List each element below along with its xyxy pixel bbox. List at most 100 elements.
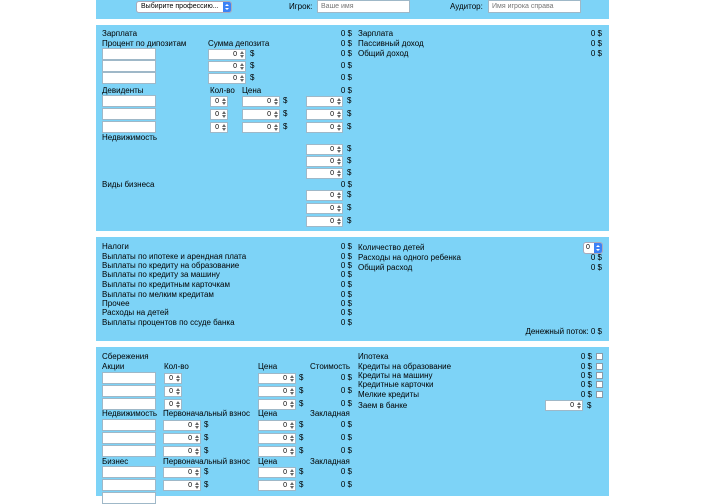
spinner-icon[interactable]: [290, 482, 294, 489]
profession-select[interactable]: Выбирите профессию...: [136, 1, 232, 13]
business-name-input[interactable]: [102, 479, 156, 491]
business-income-input[interactable]: 0: [306, 216, 343, 227]
auditor-name-input[interactable]: [488, 0, 581, 13]
mortgage-label: Закладная: [310, 409, 350, 418]
business-name-input[interactable]: [102, 492, 156, 504]
top-panel: Выбирите профессию... Игрок: Аудитор:: [96, 0, 609, 19]
spinner-icon[interactable]: [337, 146, 341, 153]
dividend-amount-input[interactable]: 0: [306, 96, 343, 107]
dividend-amount-input[interactable]: 0: [306, 122, 343, 133]
business-income-input[interactable]: 0: [306, 190, 343, 201]
dividend-name-input[interactable]: [102, 108, 156, 120]
spinner-icon[interactable]: [274, 111, 278, 118]
spinner-icon[interactable]: [222, 98, 226, 105]
deposit-percent-input[interactable]: [102, 72, 156, 84]
liability-checkbox[interactable]: [596, 353, 603, 360]
spinner-icon[interactable]: [290, 401, 294, 408]
dividend-amount-input[interactable]: 0: [306, 109, 343, 120]
spinner-icon[interactable]: [195, 448, 199, 455]
real-estate-income-input[interactable]: 0: [306, 144, 343, 155]
cashflow-value: Денежный поток: 0 $: [525, 327, 602, 336]
expense-label: Выплаты по кредитным карточкам: [102, 280, 230, 289]
spinner-icon[interactable]: [222, 124, 226, 131]
spinner-icon[interactable]: [290, 469, 294, 476]
stock-cost-value: 0 $: [340, 386, 352, 395]
spinner-icon[interactable]: [240, 75, 244, 82]
stock-name-input[interactable]: [102, 372, 156, 384]
dividend-qty-input[interactable]: 0: [210, 96, 228, 107]
spinner-icon[interactable]: [337, 218, 341, 225]
real-estate-price-input[interactable]: 0: [258, 446, 296, 457]
dividend-price-input[interactable]: 0: [242, 96, 280, 107]
real-estate-price-input[interactable]: 0: [258, 420, 296, 431]
dividend-qty-input[interactable]: 0: [210, 122, 228, 133]
business-name-input[interactable]: [102, 466, 156, 478]
business-down-payment-input[interactable]: 0: [163, 480, 201, 491]
deposit-amount-input[interactable]: 0: [208, 49, 246, 60]
spinner-icon[interactable]: [577, 402, 581, 409]
spinner-icon[interactable]: [337, 192, 341, 199]
business-down-payment-input[interactable]: 0: [163, 467, 201, 478]
liability-checkbox[interactable]: [596, 372, 603, 379]
dividend-name-input[interactable]: [102, 121, 156, 133]
spinner-icon[interactable]: [195, 469, 199, 476]
spinner-icon[interactable]: [337, 170, 341, 177]
spinner-icon[interactable]: [337, 205, 341, 212]
spinner-icon[interactable]: [176, 388, 180, 395]
spinner-icon[interactable]: [195, 435, 199, 442]
chevron-updown-icon: [223, 2, 231, 12]
deposit-percent-input[interactable]: [102, 48, 156, 60]
spinner-icon[interactable]: [176, 401, 180, 408]
spinner-icon[interactable]: [290, 435, 294, 442]
spinner-icon[interactable]: [274, 124, 278, 131]
business-mortgage-value: 0 $: [340, 480, 352, 489]
dividend-price-input[interactable]: 0: [242, 109, 280, 120]
spinner-icon[interactable]: [240, 63, 244, 70]
deposit-amount-input[interactable]: 0: [208, 73, 246, 84]
spinner-icon[interactable]: [176, 375, 180, 382]
spinner-icon[interactable]: [290, 422, 294, 429]
deposit-percent-input[interactable]: [102, 60, 156, 72]
spinner-icon[interactable]: [337, 124, 341, 131]
spinner-icon[interactable]: [222, 111, 226, 118]
down-payment-input[interactable]: 0: [163, 446, 201, 457]
stock-price-input[interactable]: 0: [258, 373, 296, 384]
business-price-input[interactable]: 0: [258, 480, 296, 491]
liability-checkbox[interactable]: [596, 363, 603, 370]
expense-value: 0 $: [340, 318, 352, 327]
stock-qty-input[interactable]: 0: [164, 386, 182, 397]
spinner-icon[interactable]: [290, 448, 294, 455]
deposit-amount-input[interactable]: 0: [208, 61, 246, 72]
spinner-icon[interactable]: [337, 158, 341, 165]
spinner-icon[interactable]: [274, 98, 278, 105]
spinner-icon[interactable]: [195, 482, 199, 489]
real-estate-name-input[interactable]: [102, 419, 156, 431]
liability-checkbox[interactable]: [596, 381, 603, 388]
dividend-qty-input[interactable]: 0: [210, 109, 228, 120]
real-estate-income-input[interactable]: 0: [306, 156, 343, 167]
real-estate-name-input[interactable]: [102, 445, 156, 457]
business-price-input[interactable]: 0: [258, 467, 296, 478]
bank-loan-input[interactable]: 0: [545, 400, 583, 411]
spinner-icon[interactable]: [337, 111, 341, 118]
down-payment-input[interactable]: 0: [163, 420, 201, 431]
dividend-name-input[interactable]: [102, 95, 156, 107]
spinner-icon[interactable]: [240, 51, 244, 58]
stock-qty-input[interactable]: 0: [164, 373, 182, 384]
spinner-icon[interactable]: [290, 375, 294, 382]
spinner-icon[interactable]: [195, 422, 199, 429]
player-name-input[interactable]: [317, 0, 410, 13]
real-estate-name-input[interactable]: [102, 432, 156, 444]
liability-checkbox[interactable]: [596, 391, 603, 398]
down-payment-input[interactable]: 0: [163, 433, 201, 444]
business-income-input[interactable]: 0: [306, 203, 343, 214]
spinner-icon[interactable]: [290, 388, 294, 395]
dividend-price-input[interactable]: 0: [242, 122, 280, 133]
real-estate-income-input[interactable]: 0: [306, 168, 343, 179]
spinner-icon[interactable]: [337, 98, 341, 105]
business-income-currency: $: [347, 203, 352, 212]
stock-price-input[interactable]: 0: [258, 386, 296, 397]
mortgage-value: 0 $: [340, 446, 352, 455]
real-estate-price-input[interactable]: 0: [258, 433, 296, 444]
stock-name-input[interactable]: [102, 385, 156, 397]
